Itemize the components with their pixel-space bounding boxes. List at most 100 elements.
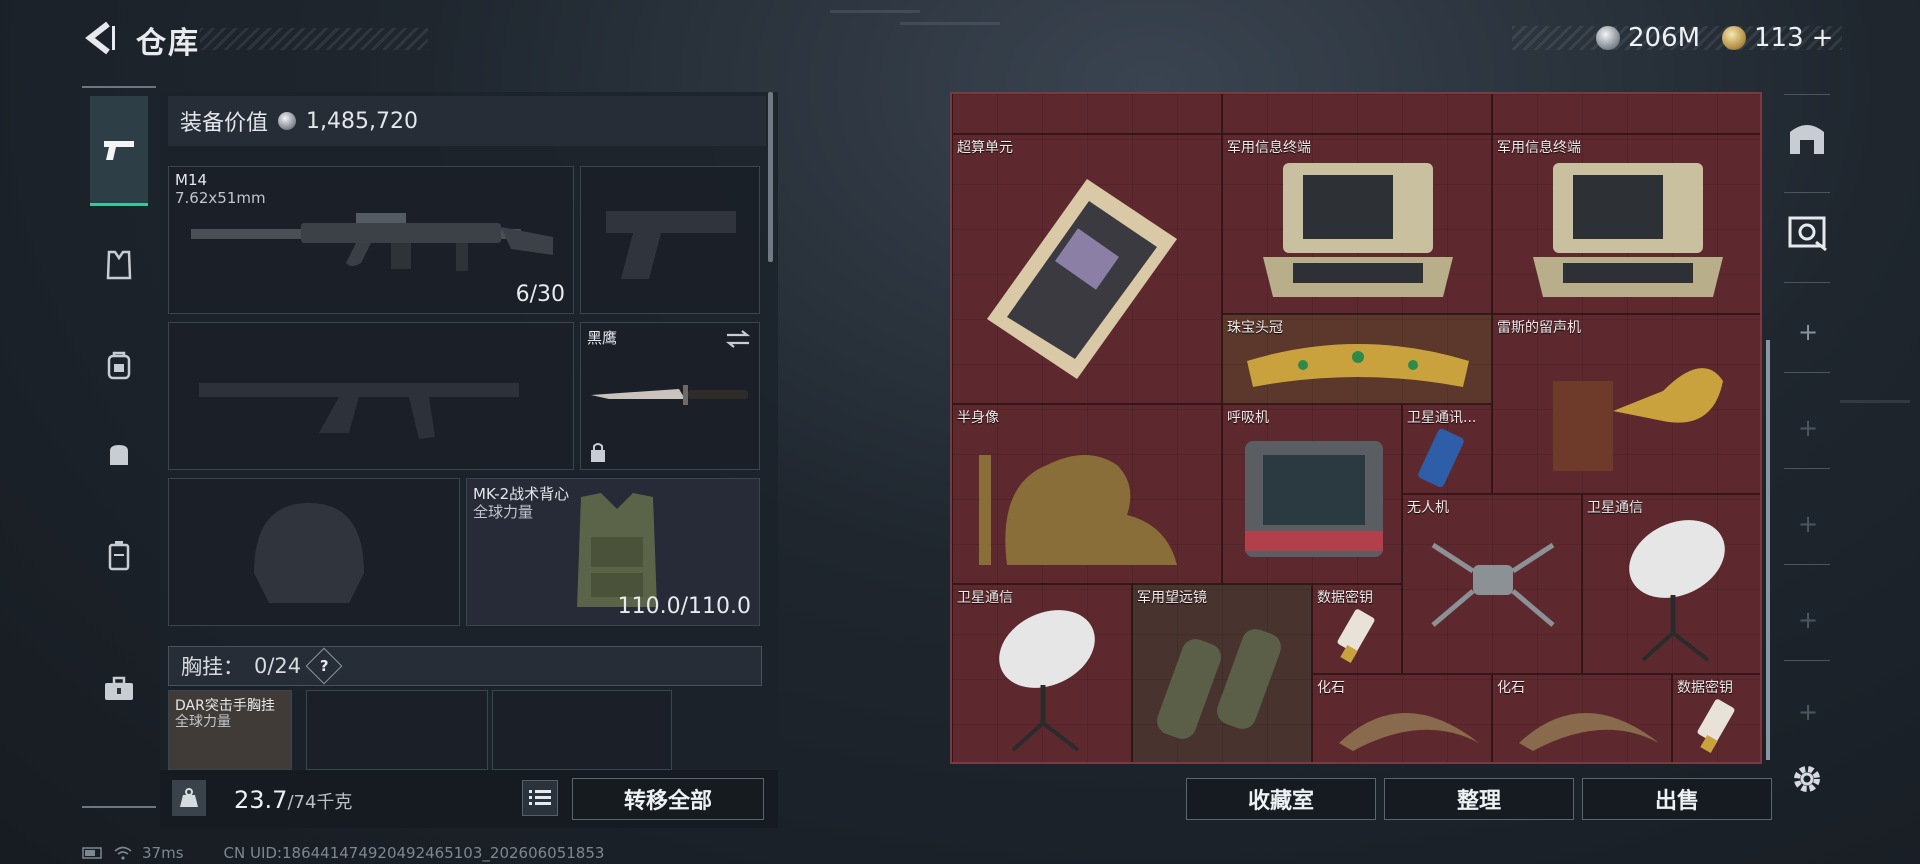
silver-amount: 206M: [1628, 23, 1701, 53]
storage-grid[interactable]: 超算单元 军用信息终端 军用信息终端 珠宝头冠 雷斯的留声机 半身像 呼吸机 卫…: [950, 92, 1762, 764]
storage-item[interactable]: 数据密钥: [1312, 584, 1402, 674]
settings-button[interactable]: [1790, 762, 1824, 800]
nav-container[interactable]: [90, 500, 148, 610]
storage-item[interactable]: 珠宝头冠: [1222, 314, 1492, 404]
storage-item[interactable]: 半身像: [952, 404, 1222, 584]
rifle-icon: [191, 213, 553, 271]
storage-item[interactable]: 呼吸机: [1222, 404, 1402, 584]
storage-item[interactable]: 雷斯的留声机: [1492, 314, 1760, 494]
list-view-button[interactable]: [522, 780, 558, 816]
tiara-icon: [1247, 344, 1469, 387]
silver-currency: 206M: [1596, 20, 1700, 56]
storage-item[interactable]: 化石: [1492, 674, 1672, 762]
page-title: 仓库: [136, 26, 200, 61]
satellite-dish-icon: [999, 610, 1095, 752]
chest-rig-quality: 全球力量: [175, 714, 231, 730]
locked-storage-tab-icon: +: [1798, 510, 1819, 538]
wifi-icon: [114, 846, 132, 860]
storage-item[interactable]: 数据密钥: [1672, 674, 1760, 762]
silver-coin-icon: [1596, 26, 1620, 50]
silver-coin-icon: [278, 112, 297, 130]
satellite-dish-icon: [1629, 520, 1725, 662]
nav-medical[interactable]: [90, 634, 148, 744]
equipment-value: 装备价值 1,485,720: [168, 96, 766, 146]
storage-cell-partial[interactable]: [952, 94, 1222, 134]
fossil-claw-icon: [1339, 713, 1479, 751]
chest-rig-slot[interactable]: DAR突击手胸挂 全球力量: [168, 690, 292, 770]
armor-slot[interactable]: MK-2战术背心 全球力量 110.0/110.0: [466, 478, 760, 626]
pistol-placeholder-icon: [606, 211, 736, 279]
vest-icon: [106, 250, 132, 280]
carry-weight-value: 23.7: [234, 786, 288, 814]
drone-icon: [1431, 542, 1555, 627]
chest-rig-pocket-1[interactable]: [306, 690, 488, 770]
collection-room-button[interactable]: 收藏室: [1186, 778, 1376, 820]
storage-scrollbar[interactable]: [1766, 340, 1770, 760]
storage-cell-partial[interactable]: [1222, 94, 1492, 134]
weapon-ammo: 6/30: [515, 282, 565, 307]
toolbox-icon: [105, 676, 133, 700]
gold-coin-icon: [1722, 26, 1746, 50]
chest-rig-pocket-2[interactable]: [492, 690, 672, 770]
back-button[interactable]: [82, 20, 118, 56]
pistol-icon: [104, 140, 134, 160]
gold-amount: 113: [1754, 23, 1804, 53]
storage-item[interactable]: 超算单元: [952, 134, 1222, 404]
equipment-value-amount: 1,485,720: [306, 108, 418, 134]
laptop-case-icon: [1263, 163, 1453, 297]
help-icon[interactable]: ?: [305, 647, 343, 685]
storage-item[interactable]: 军用信息终端: [1222, 134, 1492, 314]
chest-rig-capacity: 0/24: [254, 654, 302, 678]
locked-storage-tab-icon: +: [1798, 698, 1819, 726]
storage-item[interactable]: 化石: [1312, 674, 1492, 762]
secondary-weapon-slot[interactable]: [168, 322, 574, 470]
storage-tab-main[interactable]: [1786, 116, 1828, 162]
gramophone-icon: [1553, 368, 1723, 471]
nav-armor[interactable]: [90, 210, 148, 320]
nav-weapons[interactable]: [90, 96, 148, 206]
gear-icon: [1794, 766, 1820, 792]
storage-tab-secure[interactable]: [1786, 212, 1828, 256]
ping: 37ms: [142, 844, 184, 862]
melee-slot[interactable]: 黑鹰: [580, 322, 760, 470]
user-uid: CN UID:186441474920492465103_20260605185…: [223, 844, 605, 862]
sort-button[interactable]: 整理: [1384, 778, 1574, 820]
storage-cell-partial[interactable]: [1492, 94, 1760, 134]
rifle-placeholder-icon: [199, 383, 519, 439]
storage-item[interactable]: 军用望远镜: [1132, 584, 1312, 762]
primary-weapon-slot[interactable]: M14 7.62x51mm 6/30: [168, 166, 574, 314]
melee-name: 黑鹰: [587, 329, 618, 347]
chest-rig-label: 胸挂：: [181, 655, 244, 679]
locked-storage-tab-icon: +: [1798, 414, 1819, 442]
list-icon: [529, 790, 551, 805]
bust-icon: [979, 455, 1177, 565]
title-decoration: [200, 28, 428, 50]
transfer-all-button[interactable]: 转移全部: [572, 778, 764, 820]
knife-icon: [591, 385, 748, 405]
loadout-scrollbar[interactable]: [768, 92, 773, 262]
storage-item[interactable]: 无人机: [1402, 494, 1582, 674]
nav-helmet[interactable]: [90, 400, 148, 510]
warehouse-icon: [1790, 125, 1824, 154]
backpack-icon: [107, 351, 131, 380]
sell-button[interactable]: 出售: [1582, 778, 1772, 820]
helmet-slot[interactable]: [168, 478, 460, 626]
storage-item[interactable]: 卫星通信: [952, 584, 1132, 762]
gold-currency[interactable]: 113 +: [1722, 20, 1833, 56]
category-nav: [82, 86, 156, 808]
storage-item[interactable]: 军用信息终端: [1492, 134, 1760, 314]
add-storage-tab-icon[interactable]: +: [1798, 318, 1818, 346]
sidearm-slot[interactable]: [580, 166, 760, 314]
battery-icon: [82, 847, 102, 859]
storage-item[interactable]: 卫星通信: [1582, 494, 1760, 674]
armor-durability: 110.0/110.0: [617, 594, 751, 619]
circuit-board-icon: [987, 179, 1177, 379]
helmet-placeholder-icon: [254, 503, 364, 603]
ventilator-icon: [1245, 441, 1383, 557]
swap-icon[interactable]: [725, 329, 751, 349]
gold-add-icon[interactable]: +: [1812, 23, 1834, 53]
status-bar: 37ms CN UID:186441474920492465103_202606…: [82, 844, 604, 862]
storage-item[interactable]: 卫星通讯...: [1402, 404, 1492, 494]
case-icon: [108, 541, 130, 571]
fossil-claw-icon: [1519, 713, 1659, 751]
